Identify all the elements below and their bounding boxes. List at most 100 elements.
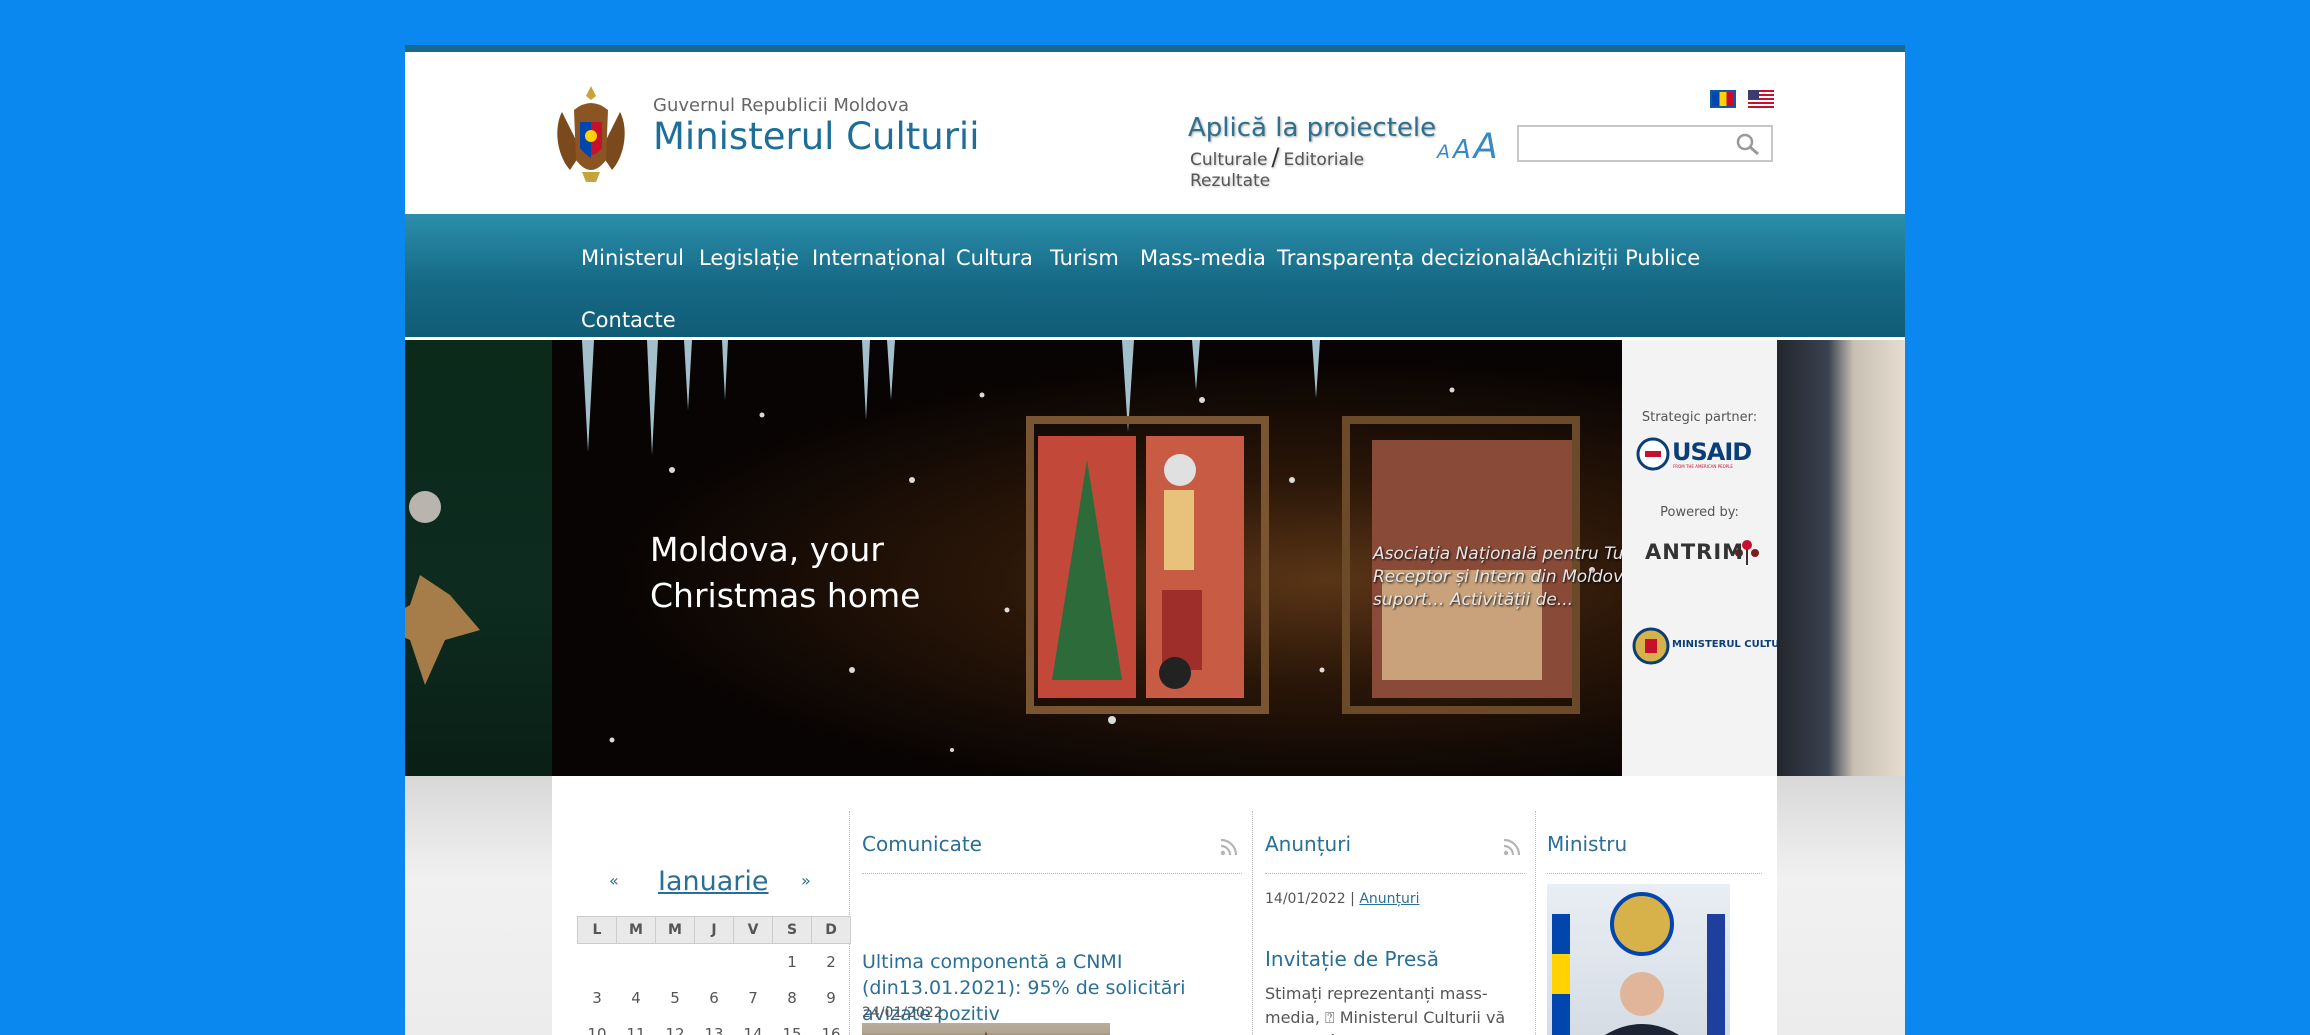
antrim-logo[interactable]: ANTRIM (1645, 540, 1744, 564)
announcement-meta: 14/01/2022 | Anunțuri (1265, 891, 1420, 907)
apply-projects-title[interactable]: Aplică la proiectele (1188, 113, 1436, 143)
powered-by-label: Powered by: (1660, 505, 1739, 520)
calendar-day[interactable]: 6 (695, 980, 734, 1016)
nav-item-turism[interactable]: Turism (1050, 246, 1119, 270)
font-size-medium[interactable]: A (1453, 135, 1471, 165)
building-photo (862, 1031, 1110, 1035)
calendar-week: 10 11 12 13 14 15 16 (578, 1016, 851, 1035)
nav-item-ministerul[interactable]: Ministerul (581, 246, 684, 270)
font-size-large[interactable]: A (1474, 127, 1498, 167)
moldova-coat-of-arms-icon[interactable] (552, 82, 630, 186)
column-divider (1535, 811, 1536, 1035)
calendar-next-button[interactable]: » (801, 871, 811, 890)
rss-icon[interactable] (1503, 838, 1521, 856)
announcements-title[interactable]: Anunțuri (1265, 832, 1351, 856)
slide-headline-line2: Christmas home (650, 576, 921, 615)
communicate-title[interactable]: Comunicate (862, 832, 982, 856)
star-ornament-icon (405, 491, 480, 685)
weekday-header: L (577, 916, 617, 944)
calendar-weekdays: L M M J V S D (577, 916, 851, 944)
column-rule (1265, 873, 1525, 874)
government-label: Guvernul Republicii Moldova (653, 95, 910, 116)
calendar-day[interactable]: 10 (578, 1016, 617, 1035)
flag-moldova-icon[interactable] (1710, 90, 1736, 108)
main-nav: Ministerul Legislație Internațional Cult… (405, 214, 1905, 340)
calendar-day[interactable] (617, 944, 656, 981)
flag-us-icon[interactable] (1748, 90, 1774, 108)
calendar-day[interactable] (578, 944, 617, 981)
calendar-day[interactable]: 12 (656, 1016, 695, 1035)
announcement-title[interactable]: Invitație de Presă (1265, 947, 1439, 971)
announcement-excerpt: Stimați reprezentanți mass-media, ⍰ Mini… (1265, 984, 1506, 1035)
calendar-day[interactable]: 15 (773, 1016, 812, 1035)
apply-editorial-link[interactable]: Editoriale (1284, 150, 1365, 170)
calendar-day[interactable] (656, 944, 695, 981)
search-box (1517, 125, 1773, 162)
banner-next-slide[interactable] (1777, 340, 1905, 776)
weekday-header: M (616, 916, 656, 944)
nav-item-achizitii[interactable]: Achiziții Publice (1537, 246, 1700, 270)
nav-item-contacte[interactable]: Contacte (581, 308, 676, 332)
calendar-prev-button[interactable]: « (609, 871, 619, 890)
announcement-date: 14/01/2022 (1265, 891, 1346, 907)
nav-item-legislatie[interactable]: Legislație (699, 246, 799, 270)
minister-photo[interactable] (1547, 884, 1730, 1035)
apply-links: Culturale / Editoriale (1190, 143, 1364, 171)
slide-headline-line1: Moldova, your (650, 530, 884, 569)
calendar-day[interactable]: 3 (578, 980, 617, 1016)
apply-cultural-link[interactable]: Culturale (1190, 150, 1267, 170)
nav-item-international[interactable]: Internațional (812, 246, 946, 270)
banner-slider[interactable]: Moldova, your Christmas home Asociația N… (405, 340, 1905, 776)
minister-title[interactable]: Ministru (1547, 832, 1627, 856)
column-rule (862, 873, 1242, 874)
calendar-day[interactable]: 14 (734, 1016, 773, 1035)
usaid-logo[interactable]: USAID FROM THE AMERICAN PEOPLE (1636, 437, 1754, 473)
strategic-partner-label: Strategic partner: (1641, 410, 1758, 425)
usaid-wordmark: USAID (1672, 438, 1752, 466)
apply-separator: / (1271, 143, 1280, 171)
calendar-day[interactable]: 8 (773, 980, 812, 1016)
ministry-title[interactable]: Ministerul Culturii (653, 115, 979, 158)
calendar-day[interactable]: 11 (617, 1016, 656, 1035)
font-size-controls: A AA (1437, 127, 1501, 167)
calendar-week: 3 4 5 6 7 8 9 (578, 980, 851, 1016)
usaid-tagline: FROM THE AMERICAN PEOPLE (1673, 464, 1733, 469)
ministry-seal-icon (1632, 627, 1670, 665)
calendar-day[interactable]: 9 (812, 980, 851, 1016)
ministry-culture-logo[interactable]: MINISTERUL CULTURII (1628, 623, 1795, 669)
nav-item-mass-media[interactable]: Mass-media (1140, 246, 1266, 270)
rss-icon[interactable] (1220, 838, 1238, 856)
content-columns: « Ianuarie » L M M J V S D 1 2 3 4 5 6 7… (552, 776, 1777, 1035)
news-item-date: 24/01/2022 (862, 1005, 943, 1021)
font-size-small[interactable]: A (1437, 141, 1450, 163)
top-strip (405, 45, 1905, 52)
calendar-month-link[interactable]: Ianuarie (658, 866, 769, 897)
calendar-week: 1 2 (578, 944, 851, 981)
calendar-day[interactable]: 5 (656, 980, 695, 1016)
nav-item-cultura[interactable]: Cultura (956, 246, 1033, 270)
calendar-day[interactable] (695, 944, 734, 981)
announcement-category-link[interactable]: Anunțuri (1359, 891, 1419, 907)
weekday-header: D (811, 916, 851, 944)
search-icon[interactable] (1735, 132, 1761, 158)
calendar-day[interactable] (734, 944, 773, 981)
calendar-day[interactable]: 7 (734, 980, 773, 1016)
calendar-day[interactable]: 1 (773, 944, 812, 981)
column-divider (1252, 811, 1253, 1035)
calendar-day[interactable]: 4 (617, 980, 656, 1016)
column-rule (1547, 873, 1762, 874)
apply-results-link[interactable]: Rezultate (1190, 171, 1270, 191)
banner-prev-slide[interactable] (405, 340, 552, 776)
slide-headline: Moldova, your Christmas home (650, 527, 920, 619)
weekday-header: V (733, 916, 773, 944)
meta-separator: | (1350, 891, 1355, 907)
calendar-day[interactable]: 13 (695, 1016, 734, 1035)
nav-item-transparenta[interactable]: Transparența decizională (1277, 246, 1539, 270)
minister-portrait (1552, 892, 1725, 1035)
calendar-day[interactable]: 2 (812, 944, 851, 981)
weekday-header: S (772, 916, 812, 944)
weekday-header: M (655, 916, 695, 944)
calendar-day[interactable]: 16 (812, 1016, 851, 1035)
news-item-thumbnail[interactable] (862, 1023, 1110, 1035)
search-input[interactable] (1519, 127, 1729, 160)
